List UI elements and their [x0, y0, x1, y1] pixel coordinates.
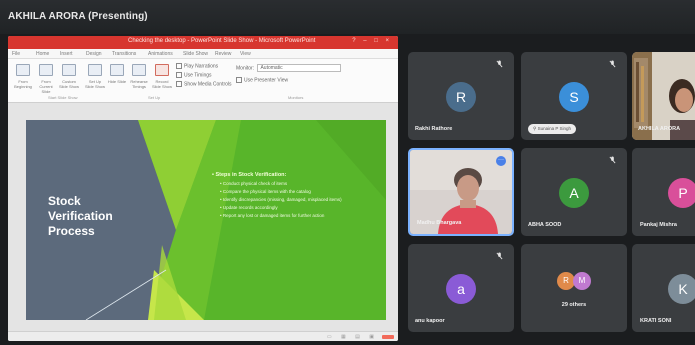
others-count: 29 others: [561, 302, 587, 308]
tab-file[interactable]: File: [12, 51, 20, 57]
participant-tile-pankaj-mishra[interactable]: P Pankaj Mishra: [632, 148, 695, 236]
participant-tile-krati-soni[interactable]: K KRATI SONI: [632, 244, 695, 332]
avatar: K: [668, 274, 695, 304]
mic-off-icon: [496, 252, 503, 260]
record-slide-show-button[interactable]: Record Slide Show: [151, 62, 173, 96]
participant-tile-sunaina-p-singh[interactable]: S ⚲ Sunaina P Singh: [521, 52, 627, 140]
slide-heading: Steps in Stock Verification:: [212, 172, 372, 178]
participant-name: AKHILA ARORA: [638, 126, 681, 132]
slideshow-icon: [16, 64, 30, 76]
use-timings-checkbox[interactable]: Use Timings: [176, 72, 212, 78]
play-narrations-checkbox[interactable]: Play Narrations: [176, 63, 218, 69]
participant-name: ABHA SOOD: [528, 222, 562, 228]
monitor-row: Monitor: Automatic: [236, 64, 342, 72]
ppt-titlebar: Checking the desktop - PowerPoint Slide …: [8, 36, 398, 49]
tab-view[interactable]: View: [240, 51, 251, 57]
ppt-ribbon-tabs: File Home Insert Design Transitions Anim…: [8, 49, 398, 59]
tab-slide-show[interactable]: Slide Show: [183, 51, 208, 57]
avatar: S: [559, 82, 589, 112]
avatar: a: [446, 274, 476, 304]
slide-bullet: Identify discrepancies (missing, damaged…: [220, 197, 372, 203]
mic-off-icon: [609, 156, 616, 164]
presenter-banner: AKHILA ARORA (Presenting): [0, 0, 695, 34]
use-presenter-view-checkbox[interactable]: Use Presenter View: [236, 77, 288, 83]
avatar: R: [446, 82, 476, 112]
slide-title: Stock Verification Process: [48, 194, 113, 238]
ppt-window-title: Checking the desktop - PowerPoint Slide …: [128, 38, 316, 44]
participant-name: Pankaj Mishra: [640, 222, 677, 228]
participant-name: KRATI SONI: [640, 318, 672, 324]
slide-bullet: Conduct physical check of items: [220, 181, 372, 187]
ppt-ribbon: From Beginning From Current Slide Custom…: [8, 59, 398, 103]
participant-tile-abha-sood[interactable]: A ABHA SOOD: [521, 148, 627, 236]
tab-animations[interactable]: Animations: [148, 51, 173, 57]
participant-tile-anu-kapoor[interactable]: a anu kapoor: [408, 244, 514, 332]
tab-insert[interactable]: Insert: [60, 51, 73, 57]
mic-off-icon: [496, 60, 503, 68]
participant-name: Sunaina P Singh: [537, 126, 572, 131]
avatar: A: [559, 178, 589, 208]
set-up-slide-show-button[interactable]: Set Up Slide Show: [84, 62, 106, 96]
show-media-controls-checkbox[interactable]: Show Media Controls: [176, 81, 232, 87]
avatar: P: [668, 178, 695, 208]
monitor-select[interactable]: Automatic: [257, 64, 342, 72]
custom-show-icon: [62, 64, 76, 76]
participant-name: Rakhi Rathore: [415, 126, 453, 132]
hide-slide-icon: [110, 64, 124, 76]
view-buttons[interactable]: ▭ ▦ ▤ ▣: [327, 334, 378, 340]
record-icon: [155, 64, 169, 76]
zoom-indicator[interactable]: [382, 335, 394, 339]
group-label-monitors: Monitors: [288, 95, 304, 100]
from-current-slide-button[interactable]: From Current Slide: [35, 62, 57, 96]
setup-icon: [88, 64, 102, 76]
current-slide: Stock Verification Process Steps in Stoc…: [26, 120, 386, 320]
group-label-start: Start Slide Show: [48, 95, 78, 100]
participant-tile-others[interactable]: R M 29 others: [521, 244, 627, 332]
slide-bullet: Report any lost or damaged items for fur…: [220, 213, 372, 219]
participant-tile-akhila-arora[interactable]: AKHILA ARORA: [632, 52, 695, 140]
more-options-icon[interactable]: ···: [496, 156, 506, 166]
ppt-statusbar: ▭ ▦ ▤ ▣: [8, 331, 398, 341]
tab-transitions[interactable]: Transitions: [112, 51, 136, 57]
from-beginning-button[interactable]: From Beginning: [12, 62, 34, 96]
avatar: M: [573, 272, 591, 290]
mic-off-icon: [609, 60, 616, 68]
pin-icon: ⚲: [533, 126, 537, 131]
timer-icon: [132, 64, 146, 76]
slide-bullets: Steps in Stock Verification: Conduct phy…: [212, 172, 372, 221]
monitor-label: Monitor:: [236, 65, 255, 72]
tab-home[interactable]: Home: [36, 51, 49, 57]
ppt-window-controls[interactable]: ? – □ ×: [352, 38, 392, 44]
participant-tile-madhu-bhargava[interactable]: ··· Madhu Bhargava: [408, 148, 514, 236]
slide-canvas: Stock Verification Process Steps in Stoc…: [8, 103, 398, 331]
hide-slide-button[interactable]: Hide Slide: [106, 62, 128, 96]
shared-screen: Checking the desktop - PowerPoint Slide …: [8, 36, 398, 341]
participant-name-badge: ⚲ Sunaina P Singh: [528, 124, 577, 134]
rehearse-timings-button[interactable]: Rehearse Timings: [128, 62, 150, 96]
group-label-setup: Set Up: [148, 95, 161, 100]
participant-name: anu kapoor: [415, 318, 445, 324]
participant-name: Madhu Bhargava: [417, 220, 462, 226]
slideshow-icon: [39, 64, 53, 76]
participant-tile-rakhi-rathore[interactable]: R Rakhi Rathore: [408, 52, 514, 140]
tab-design[interactable]: Design: [86, 51, 102, 57]
slide-bullet: Update records accordingly: [220, 205, 372, 211]
presenter-label: AKHILA ARORA (Presenting): [8, 11, 148, 22]
custom-slide-show-button[interactable]: Custom Slide Show: [58, 62, 80, 96]
slide-bullet: Compare the physical items with the cata…: [220, 189, 372, 195]
tab-review[interactable]: Review: [215, 51, 231, 57]
